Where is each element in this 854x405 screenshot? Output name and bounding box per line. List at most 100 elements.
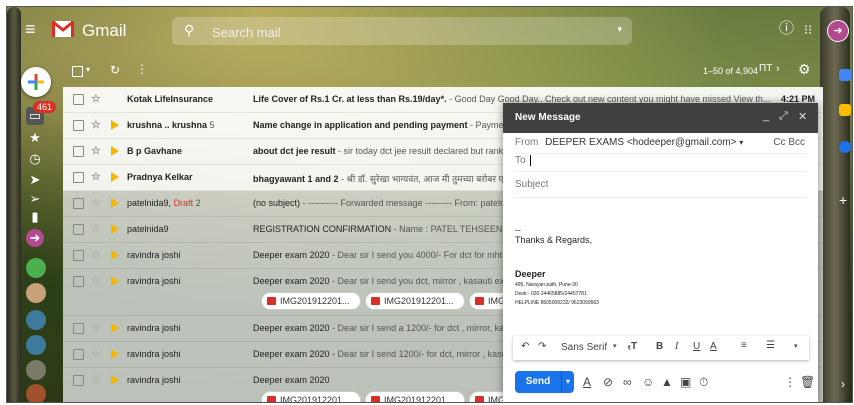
drafts-icon[interactable]: ▮ [26,208,44,226]
more-options-icon[interactable]: ⋮ [136,62,148,76]
select-menu-icon[interactable]: ▾ [86,65,90,74]
contact-avatar[interactable] [26,310,46,330]
attachment-chip[interactable]: IMG201912201... [261,391,361,402]
older-page-icon[interactable]: › [776,63,780,75]
photo-icon[interactable]: ▣ [680,375,691,389]
settings-gear-icon[interactable]: ⚙ [798,61,811,78]
help-icon[interactable]: ⓘ [779,20,794,38]
underline-icon[interactable]: U [693,341,700,352]
contact-avatar[interactable] [26,283,46,303]
star-icon[interactable]: ☆ [91,170,101,183]
refresh-icon[interactable]: ↻ [110,63,120,77]
importance-marker-icon[interactable] [111,349,119,359]
star-icon[interactable]: ☆ [91,248,101,261]
schedule-send-icon[interactable]: ▾ [561,371,574,393]
expand-panel-icon[interactable]: › [841,377,845,391]
importance-marker-icon[interactable] [111,276,119,286]
importance-marker-icon[interactable] [111,146,119,156]
select-all-checkbox[interactable] [72,66,83,77]
star-icon[interactable]: ☆ [91,222,101,235]
row-checkbox[interactable] [73,323,84,334]
undo-icon[interactable]: ↶ [521,341,529,352]
star-icon[interactable]: ☆ [91,373,101,386]
row-checkbox[interactable] [73,146,84,157]
row-checkbox[interactable] [73,172,84,183]
discard-draft-icon[interactable]: 🗑 [800,375,815,389]
search-options-icon[interactable]: ▾ [617,24,622,35]
contact-avatar[interactable] [26,258,46,278]
main-menu-icon[interactable]: ≡ [25,20,36,38]
link-icon[interactable]: ∞ [623,375,632,389]
font-dropdown-icon[interactable]: ▾ [613,342,617,350]
send-button[interactable]: Send [515,371,561,393]
font-select[interactable]: Sans Serif [561,342,607,353]
close-icon[interactable]: ✕ [798,110,807,123]
row-checkbox[interactable] [73,198,84,209]
bold-icon[interactable]: B [656,341,663,352]
importance-marker-icon[interactable] [111,198,119,208]
importance-marker-icon[interactable] [111,94,119,104]
italic-icon[interactable]: I [675,341,678,352]
star-icon[interactable]: ☆ [91,92,101,105]
account-avatar[interactable]: ➜ [827,20,849,42]
font-size-icon[interactable]: ₜT [628,341,637,352]
row-checkbox[interactable] [73,250,84,261]
contact-avatar[interactable] [26,335,46,355]
minimize-icon[interactable]: _ [763,110,769,122]
attachment-chip[interactable]: IMG201912201... [365,292,465,310]
contact-avatar[interactable] [26,384,46,402]
importance-marker-icon[interactable] [111,250,119,260]
redo-icon[interactable]: ↷ [538,341,546,352]
to-row[interactable]: To [515,155,807,172]
row-checkbox[interactable] [73,375,84,386]
search-bar[interactable]: ⚲ ▾ [172,17,632,45]
list-icon[interactable]: ☰ [766,340,775,351]
row-checkbox[interactable] [73,224,84,235]
importance-marker-icon[interactable] [111,323,119,333]
hangouts-status-icon[interactable]: ➜ [26,229,44,247]
starred-icon[interactable]: ★ [26,129,44,147]
compose-header[interactable]: New Message _ ⤢ ✕ [503,103,818,133]
emoji-icon[interactable]: ☺ [642,375,654,389]
subject-input[interactable]: Subject [515,179,807,198]
add-on-plus-icon[interactable]: + [839,192,847,208]
important-icon[interactable]: ➤ [26,171,44,189]
row-checkbox[interactable] [73,276,84,287]
snoozed-icon[interactable]: ◷ [26,150,44,168]
search-icon[interactable]: ⚲ [184,22,194,39]
star-icon[interactable]: ☆ [91,321,101,334]
confidential-icon[interactable]: ⏱ [699,375,708,390]
attachment-chip[interactable]: IMG201912201... [365,391,465,402]
from-value[interactable]: DEEPER EXAMS <hodeeper@gmail.com> [545,137,736,148]
more-options-icon[interactable]: ⋮ [784,375,796,389]
drive-icon[interactable]: ▲ [661,375,673,389]
apps-grid-icon[interactable]: ⁝⁝ [804,21,812,39]
row-checkbox[interactable] [73,94,84,105]
star-icon[interactable]: ☆ [91,347,101,360]
compose-button[interactable] [21,67,51,97]
input-tools-icon[interactable]: ПТ [759,63,772,74]
from-row[interactable]: From DEEPER EXAMS <hodeeper@gmail.com> ▾… [515,137,807,154]
star-icon[interactable]: ☆ [91,144,101,157]
attach-icon[interactable]: ⊘ [603,375,613,389]
importance-marker-icon[interactable] [111,120,119,130]
calendar-icon[interactable] [839,69,851,81]
contact-avatar[interactable] [26,360,46,380]
importance-marker-icon[interactable] [111,375,119,385]
more-formatting-icon[interactable]: ▾ [794,342,798,350]
sent-icon[interactable]: ➢ [26,190,44,208]
importance-marker-icon[interactable] [111,172,119,182]
compose-body[interactable]: -- Thanks & Regards, Deeper 495, Narayan… [515,225,599,306]
star-icon[interactable]: ☆ [91,274,101,287]
row-checkbox[interactable] [73,349,84,360]
cc-bcc-link[interactable]: Cc Bcc [773,137,805,148]
star-icon[interactable]: ☆ [91,196,101,209]
importance-marker-icon[interactable] [111,224,119,234]
formatting-toggle-icon[interactable]: A [583,375,591,389]
row-checkbox[interactable] [73,120,84,131]
to-input[interactable] [530,155,532,166]
search-input[interactable] [210,22,614,42]
align-icon[interactable]: ≡ [741,340,747,351]
from-dropdown-icon[interactable]: ▾ [739,138,743,147]
attachment-chip[interactable]: IMG201912201... [261,292,361,310]
